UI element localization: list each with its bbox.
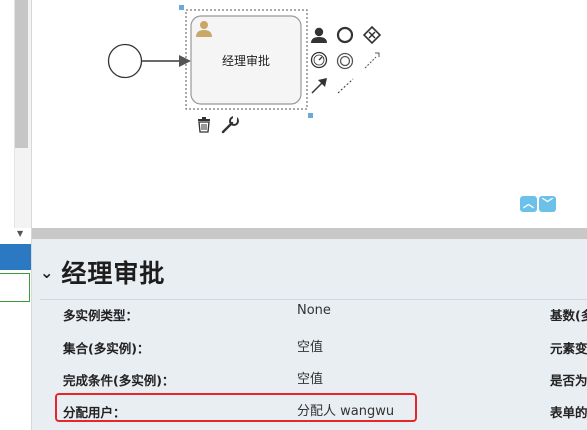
gateway-tool-icon[interactable] bbox=[362, 25, 382, 45]
wrench-icon[interactable] bbox=[221, 116, 239, 134]
resize-handle[interactable] bbox=[179, 5, 184, 10]
trash-icon[interactable] bbox=[198, 117, 210, 133]
resize-handle[interactable] bbox=[308, 113, 313, 118]
property-label-collection: 集合(多实例)： bbox=[63, 341, 150, 356]
collapse-chevron-icon[interactable]: ⌄ bbox=[40, 263, 53, 282]
assignee-highlight-box bbox=[55, 393, 417, 422]
chevron-up-icon: ︿ bbox=[523, 197, 534, 210]
sequence-flow-arrowhead bbox=[179, 55, 191, 67]
diagram-canvas[interactable]: 经理审批 bbox=[32, 0, 587, 228]
header-divider bbox=[40, 299, 587, 300]
association-tool-icon[interactable] bbox=[364, 52, 380, 69]
user-task-tool-icon[interactable] bbox=[311, 27, 327, 43]
property-value-multi-instance-type[interactable]: None bbox=[297, 303, 331, 318]
property-label-cardinality: 基数(多 bbox=[550, 308, 587, 323]
timer-event-tool-icon[interactable] bbox=[310, 51, 328, 69]
zoom-out-button[interactable]: ﹀ bbox=[539, 196, 556, 212]
zoom-controls: ︿ ﹀ bbox=[520, 196, 556, 212]
left-selected-item[interactable] bbox=[0, 244, 31, 270]
left-input-field[interactable] bbox=[0, 273, 30, 302]
property-label-is-for: 是否为 bbox=[550, 373, 587, 388]
property-label-element-variable: 元素变 bbox=[550, 341, 587, 356]
scroll-down-arrow-icon[interactable]: ▼ bbox=[17, 229, 23, 238]
property-label-multi-instance-type: 多实例类型： bbox=[63, 308, 139, 323]
user-task-label: 经理审批 bbox=[221, 54, 270, 68]
start-event[interactable] bbox=[107, 43, 143, 79]
property-label-completion-condition: 完成条件(多实例)： bbox=[63, 373, 175, 388]
connection-arrow-tool-icon[interactable] bbox=[311, 78, 327, 94]
property-label-form: 表单的 bbox=[550, 405, 587, 420]
dashed-connection-tool-icon[interactable] bbox=[337, 78, 354, 94]
end-event-tool-icon[interactable] bbox=[336, 26, 354, 44]
zoom-in-button[interactable]: ︿ bbox=[520, 196, 537, 212]
chevron-down-icon: ﹀ bbox=[542, 197, 553, 210]
property-value-completion-condition[interactable]: 空值 bbox=[297, 368, 323, 387]
horizontal-scrollbar[interactable] bbox=[32, 228, 587, 239]
properties-title: 经理审批 bbox=[61, 259, 166, 288]
property-value-collection[interactable]: 空值 bbox=[297, 336, 323, 355]
properties-header[interactable]: ⌄ 经理审批 bbox=[40, 254, 165, 290]
left-scrollbar-thumb[interactable] bbox=[15, 0, 28, 148]
intermediate-event-tool-icon[interactable] bbox=[336, 52, 354, 70]
